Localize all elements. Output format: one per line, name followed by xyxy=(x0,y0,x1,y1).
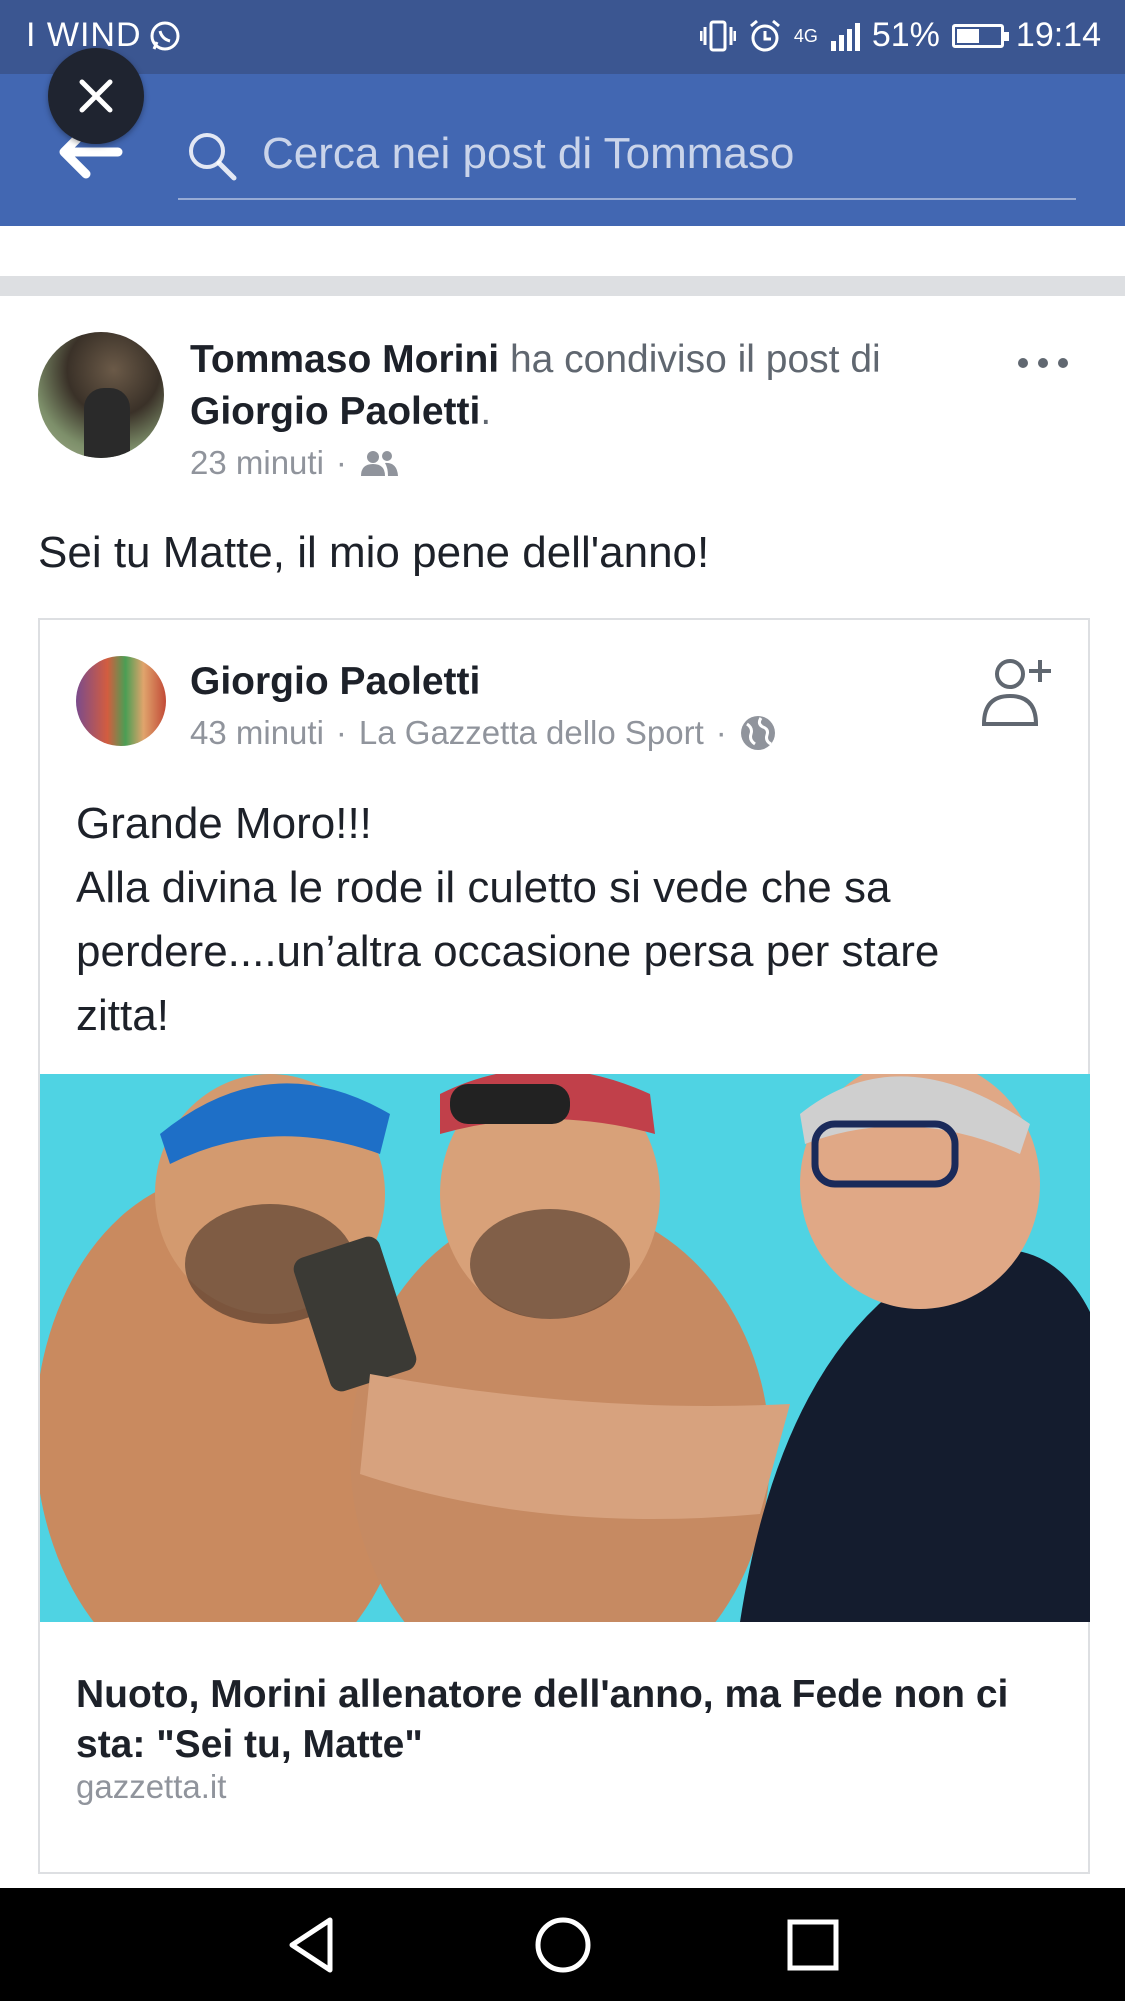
shared-text-line: perdere....un’altra occasione persa per … xyxy=(76,927,940,976)
post-author[interactable]: Tommaso Morini xyxy=(190,338,499,381)
shared-author[interactable]: Giorgio Paoletti xyxy=(190,660,480,704)
shared-source[interactable]: La Gazzetta dello Sport xyxy=(359,714,704,752)
link-domain: gazzetta.it xyxy=(76,1768,227,1805)
battery-percent: 51% xyxy=(871,16,940,54)
navigation-bar xyxy=(0,1888,1125,2001)
shared-text-line: Grande Moro!!! xyxy=(76,799,372,848)
globe-icon xyxy=(740,716,775,750)
link-title[interactable]: Nuoto, Morini allenatore dell'anno, ma F… xyxy=(76,1670,1056,1770)
shared-text: Grande Moro!!! Alla divina le rode il cu… xyxy=(76,792,1066,1048)
post-title: Tommaso Morini ha condiviso il post di G… xyxy=(190,338,881,433)
friends-icon xyxy=(360,451,398,476)
post-time[interactable]: 23 minuti xyxy=(190,444,324,482)
meta-separator: · xyxy=(335,714,347,751)
post-text: Sei tu Matte, il mio pene dell'anno! xyxy=(38,528,710,577)
search-input[interactable] xyxy=(262,124,1042,184)
add-friend-icon[interactable] xyxy=(978,652,1058,732)
avatar[interactable] xyxy=(38,332,164,458)
shared-text-line: Alla divina le rode il culetto si vede c… xyxy=(76,863,891,912)
shared-time[interactable]: 43 minuti xyxy=(190,714,324,752)
section-divider xyxy=(0,276,1125,296)
home-nav-icon[interactable] xyxy=(532,1914,594,1976)
network-type: 4G xyxy=(793,25,818,46)
more-options-icon[interactable] xyxy=(1017,346,1069,370)
meta-separator: · xyxy=(335,444,347,481)
shared-post-card[interactable]: Giorgio Paoletti 43 minuti · La Gazzetta… xyxy=(38,618,1090,1874)
close-icon[interactable] xyxy=(48,48,144,144)
post-meta: 23 minuti · xyxy=(190,444,399,482)
alarm-icon xyxy=(749,19,780,51)
shared-author-avatar[interactable] xyxy=(76,656,166,746)
signal-icon xyxy=(830,22,860,51)
vibrate-icon xyxy=(699,20,736,51)
battery-icon xyxy=(951,23,1009,48)
search-icon xyxy=(189,133,237,181)
status-bar: I WIND 4G 51% 19:14 xyxy=(0,0,1125,74)
whatsapp-icon xyxy=(150,21,180,50)
search-field[interactable] xyxy=(178,118,1076,200)
back-nav-icon[interactable] xyxy=(282,1914,344,1976)
clock: 19:14 xyxy=(1015,16,1101,54)
article-image[interactable] xyxy=(40,1074,1090,1622)
shared-text-line: zitta! xyxy=(76,991,169,1040)
battery-fill xyxy=(956,28,980,43)
shared-meta: 43 minuti · La Gazzetta dello Sport · xyxy=(190,714,777,752)
search-header xyxy=(0,74,1125,226)
shared-from-author[interactable]: Giorgio Paoletti xyxy=(190,390,480,433)
post-action: ha condiviso il post di xyxy=(499,338,881,381)
meta-separator: · xyxy=(715,714,727,751)
recents-nav-icon[interactable] xyxy=(782,1914,844,1976)
